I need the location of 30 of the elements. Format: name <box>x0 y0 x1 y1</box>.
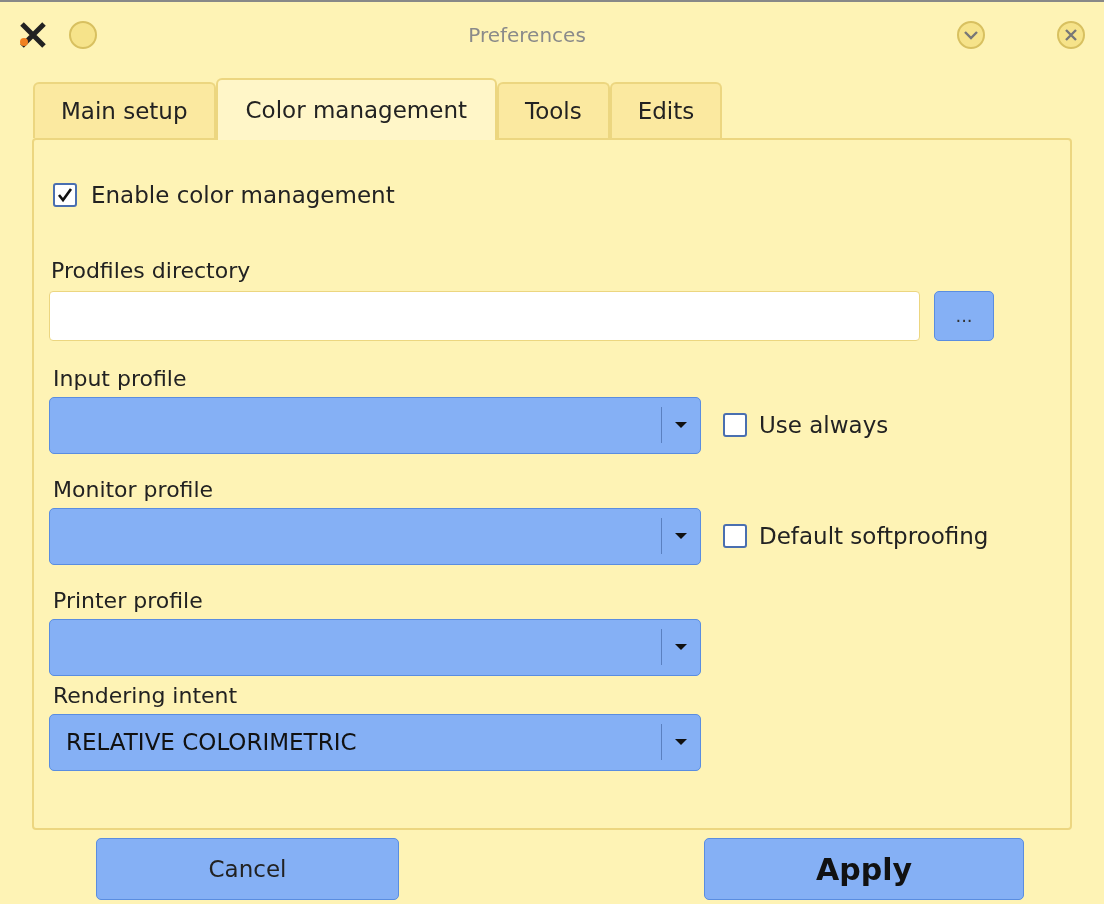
apply-button[interactable]: Apply <box>704 838 1024 900</box>
checkmark-icon <box>57 187 73 204</box>
field-label: Input profile <box>53 365 187 391</box>
checkbox-label: Default softproofing <box>759 521 989 551</box>
checkbox[interactable] <box>723 524 747 548</box>
chevron-down-icon[interactable] <box>956 20 986 50</box>
checkbox[interactable] <box>723 413 747 437</box>
dropdown-value: RELATIVE COLORIMETRIC <box>66 728 357 755</box>
close-icon[interactable] <box>1056 20 1086 50</box>
tab[interactable]: Edits <box>609 82 723 138</box>
dropdown[interactable]: RELATIVE COLORIMETRIC <box>49 713 701 771</box>
checkbox[interactable] <box>53 183 77 208</box>
checkbox-label: Use always <box>759 410 889 440</box>
input-field[interactable] <box>49 290 920 341</box>
field-label: Prodfiles directory <box>51 257 251 283</box>
x-logo-icon <box>18 20 48 50</box>
window-title: Preferences <box>468 22 586 49</box>
tab[interactable]: Tools <box>497 82 610 138</box>
checkbox-label: Enable color management <box>91 181 395 210</box>
field-label: Monitor profile <box>53 476 214 502</box>
caret-icon <box>674 532 688 540</box>
field-label: Rendering intent <box>53 682 238 708</box>
caret-icon <box>674 738 688 746</box>
caret-icon <box>674 643 688 651</box>
cancel-button[interactable]: Cancel <box>96 838 399 900</box>
caret-icon <box>674 421 688 429</box>
browse-button[interactable]: ... <box>934 290 994 341</box>
field-label: Printer profile <box>53 587 203 613</box>
tab[interactable]: Main setup <box>33 82 216 138</box>
tab[interactable]: Color management <box>215 78 497 140</box>
